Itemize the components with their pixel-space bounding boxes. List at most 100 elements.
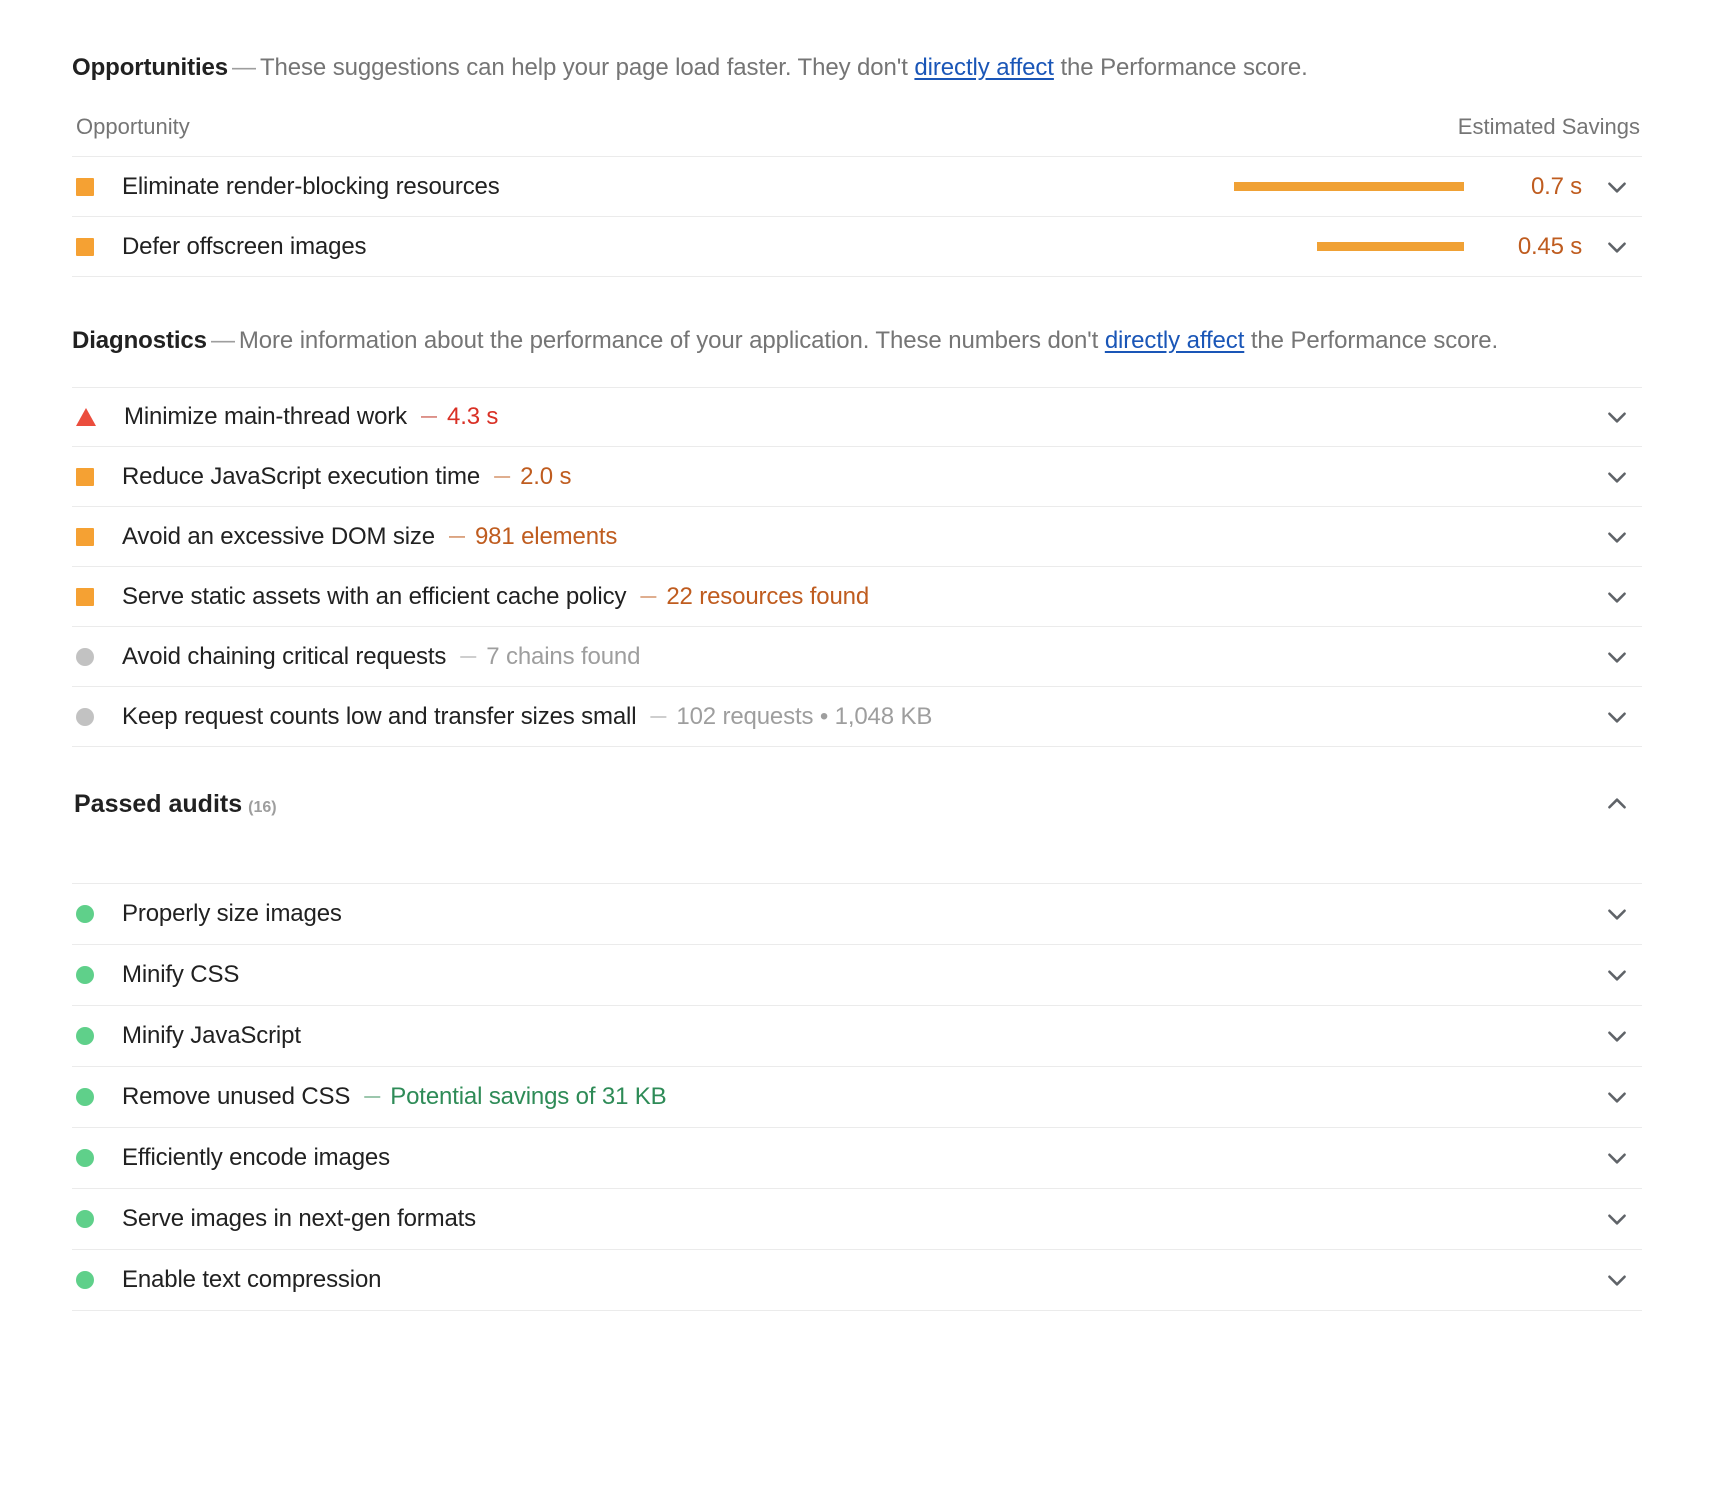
passed-audits-spacer xyxy=(72,857,1642,883)
lighthouse-performance-report: Opportunities — These suggestions can help… xyxy=(0,24,1714,1311)
chevron-down-icon[interactable] xyxy=(1594,634,1640,680)
square-orange-icon xyxy=(76,467,94,486)
diagnostic-value: 2.0 s xyxy=(520,462,572,490)
savings-bar-fill xyxy=(1316,242,1464,251)
passed-audit-title-group: Minify CSS xyxy=(74,961,1582,989)
opportunities-dash: — xyxy=(232,54,256,81)
chevron-up-icon[interactable] xyxy=(1594,781,1640,827)
opportunities-description: Opportunities — These suggestions can help… xyxy=(72,24,1642,90)
opportunities-description-pre: These suggestions can help your page loa… xyxy=(259,54,915,81)
square-orange-icon xyxy=(76,237,94,256)
directly-affect-link-diagnostics[interactable]: directly affect xyxy=(1105,327,1245,354)
passed-audit-title-group: Properly size images xyxy=(74,900,1582,928)
diagnostic-title: Avoid an excessive DOM size xyxy=(122,522,435,550)
column-header-estimated-savings: Estimated Savings xyxy=(1457,114,1640,139)
passed-audit-title: Serve images in next-gen formats xyxy=(122,1205,477,1232)
diagnostics-list: Minimize main-thread work — 4.3 s Reduce… xyxy=(72,387,1642,747)
savings-value: 0.45 s xyxy=(1517,232,1582,260)
passed-audits-toggle[interactable]: Passed audits (16) xyxy=(72,747,1642,857)
chevron-down-icon[interactable] xyxy=(1594,1135,1640,1181)
list-item[interactable]: Serve images in next-gen formats xyxy=(72,1189,1642,1250)
diagnostic-dash: — xyxy=(650,707,667,725)
passed-audits-title: Passed audits xyxy=(74,789,243,818)
passed-audit-title: Efficiently encode images xyxy=(122,1144,390,1171)
passed-audit-title: Minify JavaScript xyxy=(122,1022,301,1049)
opportunity-title-group: Eliminate render-blocking resources xyxy=(74,173,1234,201)
diagnostic-title-group: Minimize main-thread work — 4.3 s xyxy=(74,403,1582,431)
opportunity-savings-group: 0.45 s xyxy=(1234,233,1582,261)
passed-audits-count: (16) xyxy=(248,798,277,816)
list-item[interactable]: Serve static assets with an efficient ca… xyxy=(72,567,1642,627)
chevron-down-icon[interactable] xyxy=(1594,574,1640,620)
diagnostic-dash: — xyxy=(494,467,511,485)
circle-green-icon xyxy=(76,1088,94,1106)
circle-green-icon xyxy=(76,1027,94,1045)
square-orange-icon xyxy=(76,177,94,196)
diagnostic-dash: — xyxy=(421,408,437,425)
passed-audit-title-group: Efficiently encode images xyxy=(74,1144,1582,1172)
table-row[interactable]: Defer offscreen images 0.45 s xyxy=(72,217,1642,277)
diagnostic-title-group: Keep request counts low and transfer siz… xyxy=(74,703,1582,731)
list-item[interactable]: Minify JavaScript xyxy=(72,1006,1642,1067)
diagnostic-title-group: Avoid chaining critical requests — 7 cha… xyxy=(74,643,1582,671)
chevron-down-icon[interactable] xyxy=(1594,891,1640,937)
square-orange-icon xyxy=(76,527,94,546)
diagnostics-description-post: the Performance score. xyxy=(1244,327,1499,354)
diagnostics-description: Diagnostics — More information about the p… xyxy=(72,301,1642,363)
triangle-red-icon xyxy=(76,408,96,426)
circle-green-icon xyxy=(76,905,94,923)
opportunities-table-header: Opportunity Estimated Savings xyxy=(72,114,1642,157)
list-item[interactable]: Avoid chaining critical requests — 7 cha… xyxy=(72,627,1642,687)
list-item[interactable]: Remove unused CSS — Potential savings of… xyxy=(72,1067,1642,1128)
list-item[interactable]: Reduce JavaScript execution time — 2.0 s xyxy=(72,447,1642,507)
diagnostic-dash: — xyxy=(640,587,657,605)
diagnostic-title: Serve static assets with an efficient ca… xyxy=(122,582,627,610)
passed-audit-value: Potential savings of 31 KB xyxy=(390,1083,667,1110)
diagnostic-value: 22 resources found xyxy=(666,582,870,610)
list-item[interactable]: Avoid an excessive DOM size — 981 elemen… xyxy=(72,507,1642,567)
opportunity-title: Eliminate render-blocking resources xyxy=(122,172,500,200)
list-item[interactable]: Minimize main-thread work — 4.3 s xyxy=(72,387,1642,447)
savings-value: 0.7 s xyxy=(1530,172,1582,200)
passed-audits-list: Properly size images Minify CSS Minify J… xyxy=(72,883,1642,1311)
passed-audits-heading: Passed audits (16) xyxy=(74,790,277,819)
chevron-down-icon[interactable] xyxy=(1594,514,1640,560)
circle-green-icon xyxy=(76,1210,94,1228)
list-item[interactable]: Efficiently encode images xyxy=(72,1128,1642,1189)
circle-green-icon xyxy=(76,1271,94,1289)
chevron-down-icon[interactable] xyxy=(1594,164,1640,210)
opportunities-section-title: Opportunities xyxy=(72,54,229,81)
passed-audit-title-group: Remove unused CSS — Potential savings of… xyxy=(74,1083,1582,1111)
passed-audit-title: Remove unused CSS xyxy=(122,1083,351,1110)
chevron-down-icon[interactable] xyxy=(1594,1013,1640,1059)
opportunities-table: Opportunity Estimated Savings Eliminate … xyxy=(72,114,1642,277)
savings-bar-fill xyxy=(1234,182,1464,191)
list-item[interactable]: Properly size images xyxy=(72,884,1642,945)
savings-bar-track xyxy=(1234,182,1464,191)
list-item[interactable]: Enable text compression xyxy=(72,1250,1642,1311)
square-orange-icon xyxy=(76,587,94,606)
diagnostic-title-group: Serve static assets with an efficient ca… xyxy=(74,583,1582,611)
chevron-down-icon[interactable] xyxy=(1594,394,1640,440)
chevron-down-icon[interactable] xyxy=(1594,454,1640,500)
chevron-down-icon[interactable] xyxy=(1594,694,1640,740)
directly-affect-link-opportunities[interactable]: directly affect xyxy=(914,54,1054,81)
table-row[interactable]: Eliminate render-blocking resources 0.7 … xyxy=(72,157,1642,217)
circle-green-icon xyxy=(76,966,94,984)
list-item[interactable]: Keep request counts low and transfer siz… xyxy=(72,687,1642,747)
diagnostic-title-group: Avoid an excessive DOM size — 981 elemen… xyxy=(74,523,1582,551)
chevron-down-icon[interactable] xyxy=(1594,224,1640,270)
opportunities-description-post: the Performance score. xyxy=(1053,54,1308,81)
passed-audit-dash: — xyxy=(364,1088,381,1105)
circle-gray-icon xyxy=(76,707,94,726)
chevron-down-icon[interactable] xyxy=(1594,1074,1640,1120)
diagnostic-dash: — xyxy=(460,647,477,665)
chevron-down-icon[interactable] xyxy=(1594,952,1640,998)
opportunity-title-group: Defer offscreen images xyxy=(74,233,1234,261)
column-header-opportunity: Opportunity xyxy=(76,114,190,139)
circle-gray-icon xyxy=(76,647,94,666)
chevron-down-icon[interactable] xyxy=(1594,1196,1640,1242)
passed-audit-title-group: Enable text compression xyxy=(74,1266,1582,1294)
list-item[interactable]: Minify CSS xyxy=(72,945,1642,1006)
chevron-down-icon[interactable] xyxy=(1594,1257,1640,1303)
